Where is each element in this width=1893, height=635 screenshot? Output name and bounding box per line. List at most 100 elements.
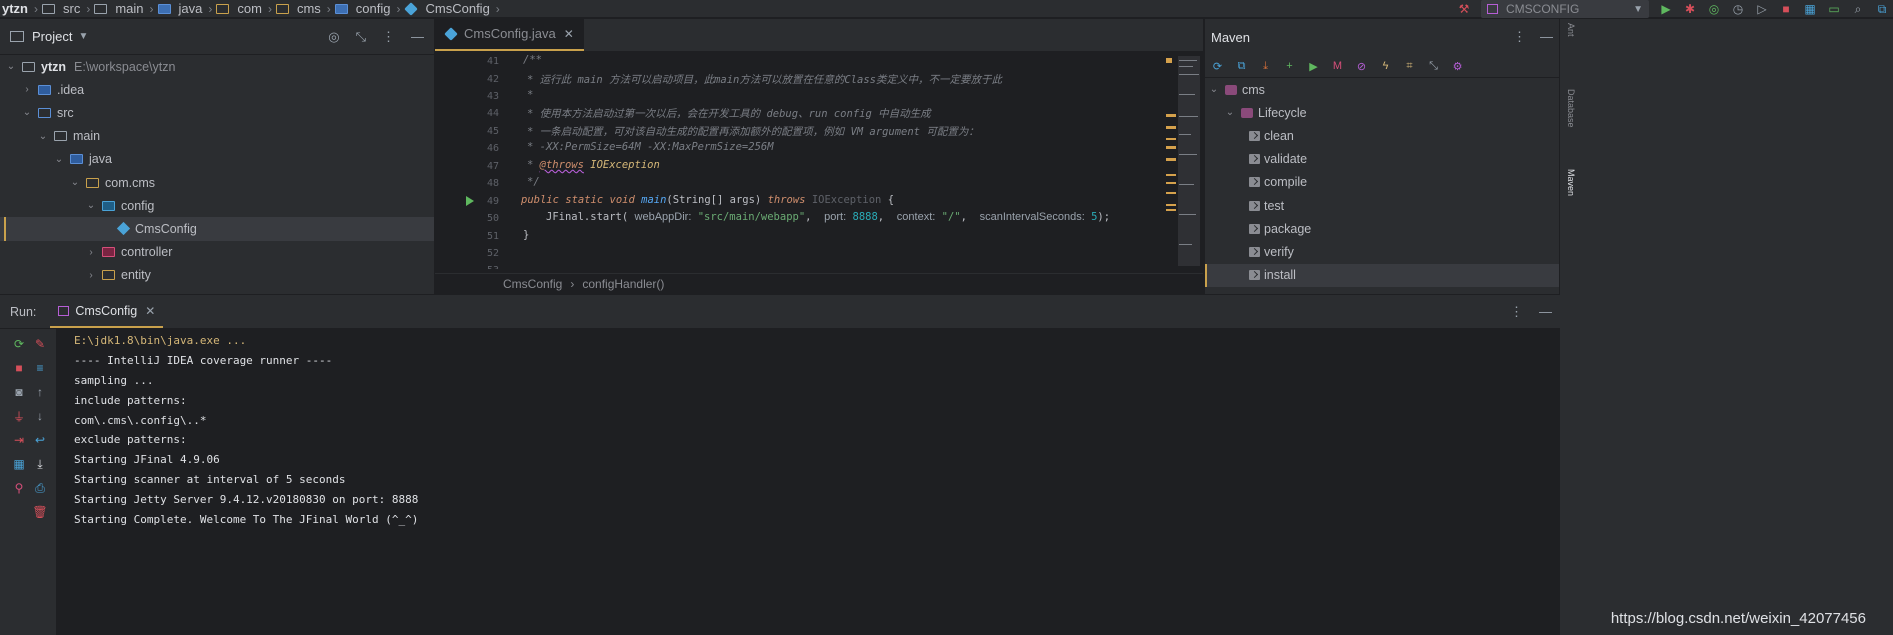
search-icon[interactable]: ⌕: [1851, 2, 1865, 16]
run-tab-cmsconfig[interactable]: CmsConfig ✕: [50, 296, 164, 328]
maven-goal-install[interactable]: install: [1205, 263, 1559, 287]
close-icon[interactable]: ✕: [145, 304, 155, 318]
generate-sources-icon[interactable]: ⧉: [1235, 60, 1248, 73]
pin-icon[interactable]: ⚲: [12, 481, 26, 495]
maven-goal-label: install: [1264, 268, 1296, 283]
print-icon[interactable]: ⎙: [33, 481, 47, 495]
breadcrumb-cms[interactable]: cms: [294, 0, 324, 18]
breadcrumb-method[interactable]: configHandler(): [582, 277, 664, 291]
execute-goal-icon[interactable]: M: [1331, 60, 1344, 73]
dependencies-icon[interactable]: ⌗: [1403, 60, 1416, 73]
run-icon[interactable]: ▶: [1659, 2, 1673, 16]
chevron-right-icon[interactable]: ›: [84, 270, 98, 281]
maven-item-lifecycle[interactable]: ⌄ Lifecycle: [1205, 101, 1559, 124]
code-area[interactable]: 41 42 43 44 45 46 47 48 49 50 51 52 53 /…: [435, 54, 1155, 269]
chevron-down-icon[interactable]: ⌄: [84, 200, 98, 211]
translate-icon[interactable]: ⧉: [1875, 2, 1889, 16]
maven-goal-clean[interactable]: clean: [1205, 124, 1559, 147]
collapse-all-icon[interactable]: ⤡: [1427, 60, 1440, 73]
hammer-icon[interactable]: ⚒: [1457, 2, 1471, 16]
clear-console-icon[interactable]: ✎: [33, 337, 47, 351]
tree-item-ytzn[interactable]: ⌄ ytzn E:\workspace\ytzn: [0, 55, 434, 78]
breadcrumb-config[interactable]: config: [353, 0, 394, 18]
exit-icon[interactable]: ⇥: [12, 433, 26, 447]
maven-goal-verify[interactable]: verify: [1205, 240, 1559, 263]
tree-item-idea[interactable]: › .idea: [0, 78, 434, 101]
code-minimap[interactable]: [1164, 54, 1202, 269]
coverage-icon[interactable]: ◎: [1707, 2, 1721, 16]
breadcrumb-main[interactable]: main: [112, 0, 146, 18]
tree-item-entity[interactable]: › entity: [0, 264, 434, 287]
console-output[interactable]: E:\jdk1.8\bin\java.exe ... ---- IntelliJ…: [74, 334, 418, 533]
layout-icon[interactable]: ▦: [12, 457, 26, 471]
breadcrumb-class[interactable]: CmsConfig: [503, 277, 562, 291]
breadcrumb-src[interactable]: src: [60, 0, 83, 18]
plug-icon[interactable]: ⏚: [12, 409, 26, 424]
settings-icon[interactable]: ⚙: [1451, 60, 1464, 73]
chevron-down-icon[interactable]: ⌄: [36, 131, 50, 142]
tree-item-controller[interactable]: › controller: [0, 241, 434, 264]
database-tool-tab[interactable]: Database: [1564, 89, 1576, 128]
maven-goal-validate[interactable]: validate: [1205, 148, 1559, 171]
breadcrumb-project[interactable]: ytzn: [0, 0, 31, 18]
project-panel-title[interactable]: Project: [32, 29, 72, 44]
terminal-icon[interactable]: ▭: [1827, 2, 1841, 16]
stop-icon[interactable]: ■: [1779, 2, 1793, 16]
maven-item-cms[interactable]: ⌄ cms: [1205, 78, 1559, 101]
minimize-icon[interactable]: —: [1540, 29, 1553, 45]
project-structure-icon[interactable]: ▦: [1803, 2, 1817, 16]
more-icon[interactable]: ⋮: [1513, 29, 1526, 45]
chevron-down-icon[interactable]: ⌄: [1207, 84, 1221, 95]
chevron-down-icon[interactable]: ⌄: [68, 177, 82, 188]
more-icon[interactable]: ⋮: [382, 29, 395, 45]
more-icon[interactable]: ⋮: [1510, 304, 1523, 320]
collapse-all-icon[interactable]: ⤡: [356, 29, 366, 45]
attach-icon[interactable]: ▷: [1755, 2, 1769, 16]
ant-tool-tab[interactable]: Ant: [1564, 23, 1576, 37]
chevron-down-icon[interactable]: ⌄: [4, 61, 18, 72]
tree-item-main[interactable]: ⌄ main: [0, 125, 434, 148]
run-configuration-select[interactable]: CMSCONFIG ▼: [1481, 0, 1649, 18]
tree-item-java[interactable]: ⌄ java: [0, 148, 434, 171]
minimize-icon[interactable]: —: [1539, 304, 1552, 320]
editor-tab-cmsconfig[interactable]: CmsConfig.java ✕: [435, 18, 584, 51]
chevron-down-icon[interactable]: ▼: [78, 31, 88, 42]
soft-wrap-icon[interactable]: ↩: [33, 433, 47, 447]
maven-goal-compile[interactable]: compile: [1205, 171, 1559, 194]
camera-icon[interactable]: ◙: [12, 385, 26, 399]
tree-item-config[interactable]: ⌄ config: [0, 194, 434, 217]
run-gutter-icon[interactable]: [466, 196, 474, 206]
close-icon[interactable]: ✕: [564, 27, 574, 41]
chevron-down-icon[interactable]: ⌄: [52, 154, 66, 165]
reload-icon[interactable]: ⟳: [1211, 60, 1224, 73]
debug-icon[interactable]: ✱: [1683, 2, 1697, 16]
download-icon[interactable]: ⤓: [1259, 60, 1272, 73]
profile-icon[interactable]: ◷: [1731, 2, 1745, 16]
chevron-right-icon[interactable]: ›: [84, 247, 98, 258]
stop-icon[interactable]: ■: [12, 361, 26, 375]
maven-goal-package[interactable]: package: [1205, 217, 1559, 240]
run-icon[interactable]: ▶: [1307, 60, 1320, 73]
maven-tool-tab[interactable]: Maven: [1564, 169, 1576, 196]
chevron-right-icon[interactable]: ›: [20, 84, 34, 95]
breadcrumb-class[interactable]: CmsConfig: [423, 0, 493, 18]
maven-goal-test[interactable]: test: [1205, 194, 1559, 217]
breadcrumb-java[interactable]: java: [176, 0, 206, 18]
skip-tests-icon[interactable]: ϟ: [1379, 60, 1392, 73]
tree-item-com-cms[interactable]: ⌄ com.cms: [0, 171, 434, 194]
trash-icon[interactable]: 🗑: [32, 505, 47, 519]
tree-item-src[interactable]: ⌄ src: [0, 101, 434, 124]
locate-icon[interactable]: ◎: [328, 29, 339, 45]
arrow-up-icon[interactable]: ↑: [33, 385, 47, 399]
add-icon[interactable]: +: [1283, 60, 1296, 73]
arrow-down-icon[interactable]: ↓: [33, 409, 47, 423]
toggle-offline-icon[interactable]: ⊘: [1355, 60, 1368, 73]
rerun-icon[interactable]: ⟳: [12, 337, 26, 351]
chevron-down-icon[interactable]: ⌄: [1223, 107, 1237, 118]
chevron-down-icon[interactable]: ⌄: [20, 107, 34, 118]
breadcrumb-com[interactable]: com: [234, 0, 265, 18]
minimize-icon[interactable]: —: [411, 29, 424, 44]
scroll-to-end-icon[interactable]: ⤓: [33, 457, 47, 471]
sort-icon[interactable]: ≡: [33, 361, 47, 375]
tree-item-cmsconfig[interactable]: CmsConfig: [0, 217, 434, 241]
